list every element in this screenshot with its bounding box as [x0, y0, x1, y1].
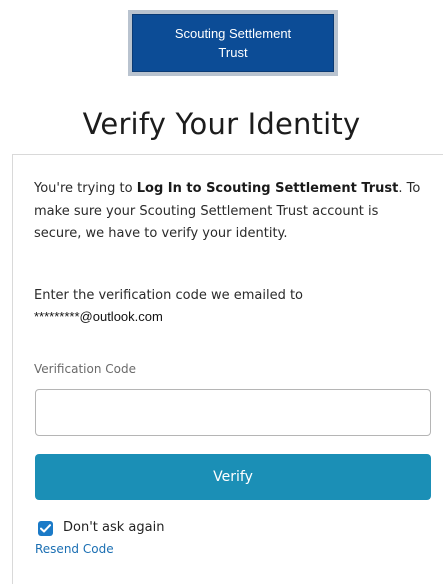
code-prompt: Enter the verification code we emailed t… [34, 288, 304, 303]
logo-line-1: Scouting Settlement [174, 26, 292, 41]
dont-ask-again-label[interactable]: Don't ask again [63, 520, 164, 535]
masked-email: *********@outlook.com [34, 309, 163, 324]
logo-frame: Scouting Settlement Trust [128, 10, 338, 76]
checkmark-icon [40, 524, 51, 533]
resend-code-link[interactable]: Resend Code [35, 542, 114, 556]
verification-message: You're trying to Log In to Scouting Sett… [34, 178, 429, 246]
dont-ask-again-row: Don't ask again [38, 518, 164, 536]
logo-line-2: Trust [218, 45, 248, 60]
page-title: Verify Your Identity [82, 107, 361, 141]
scouting-settlement-trust-logo: Scouting Settlement Trust [132, 14, 334, 72]
verification-code-label: Verification Code [34, 362, 136, 376]
verify-button[interactable]: Verify [35, 454, 431, 500]
dont-ask-again-checkbox[interactable] [38, 521, 53, 536]
message-intro: You're trying to [34, 181, 137, 196]
message-action: Log In to Scouting Settlement Trust [136, 181, 399, 196]
verification-code-input[interactable] [35, 389, 431, 436]
